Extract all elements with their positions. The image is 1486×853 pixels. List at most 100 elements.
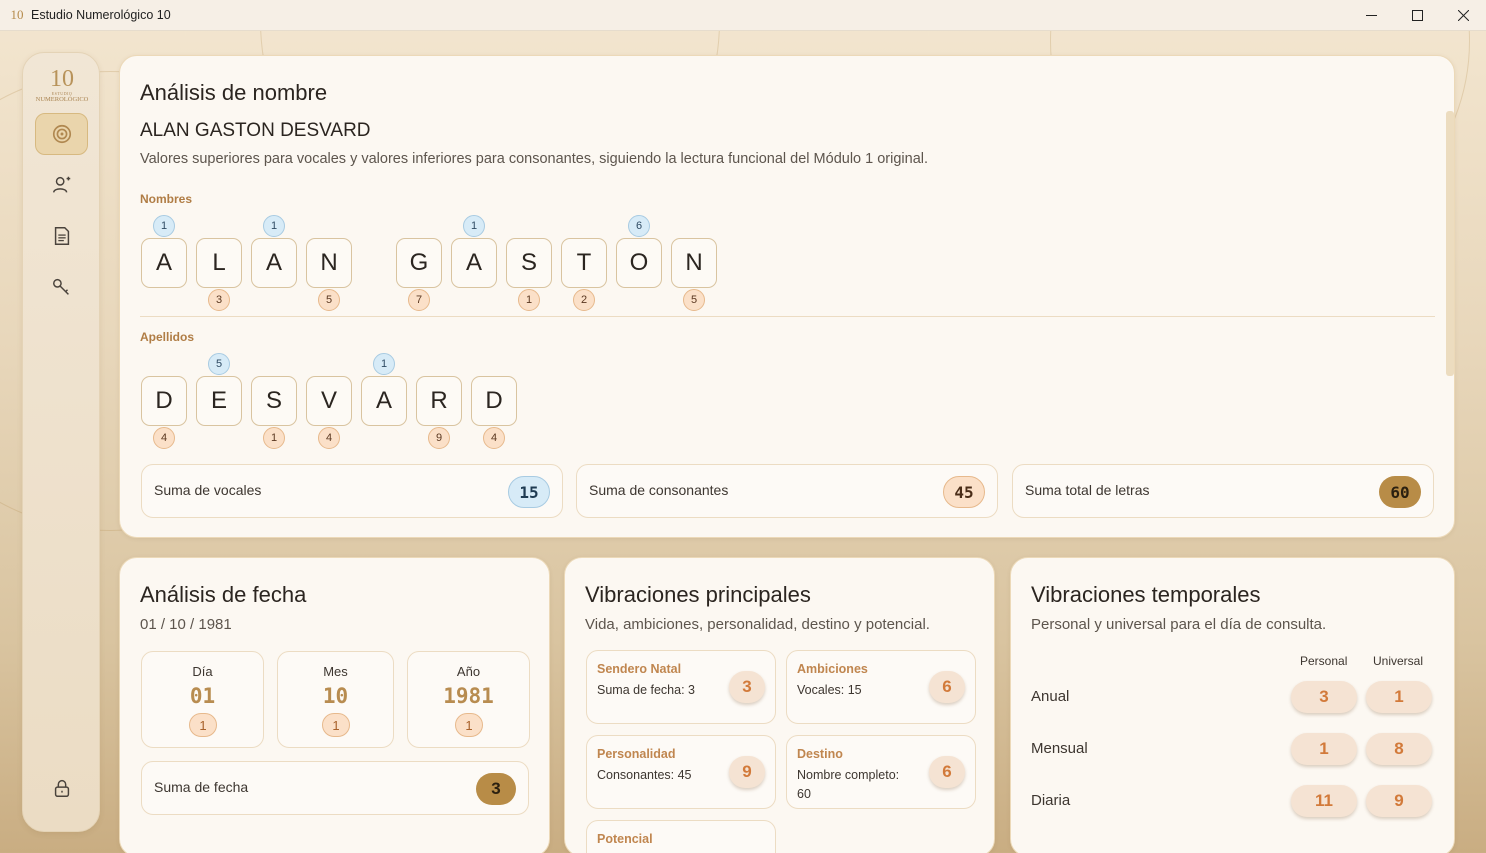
name-analysis-description: Valores superiores para vocales y valore… bbox=[140, 151, 929, 167]
vibration-sendero-natal[interactable]: Sendero Natal Suma de fecha: 3 3 bbox=[586, 650, 776, 724]
sidebar-item-lock[interactable] bbox=[35, 767, 88, 809]
diaria-universal: 9 bbox=[1366, 785, 1432, 817]
day-value: 01 bbox=[189, 684, 216, 708]
vibration-value: 6 bbox=[929, 756, 965, 788]
vibration-title: Potencial bbox=[597, 832, 653, 846]
total-sum-box: Suma total de letras 60 bbox=[1012, 464, 1434, 518]
full-name: ALAN GASTON DESVARD bbox=[140, 120, 371, 141]
vibration-desc: Nombre completo: 60 bbox=[797, 768, 900, 801]
row-label-mensual: Mensual bbox=[1031, 740, 1088, 757]
main-vibrations-subtitle: Vida, ambiciones, personalidad, destino … bbox=[585, 616, 930, 633]
year-box: Año 1981 1 bbox=[407, 651, 530, 748]
vibration-destino[interactable]: Destino Nombre completo: 60 6 bbox=[786, 735, 976, 809]
scrollbar[interactable] bbox=[1446, 111, 1454, 376]
consonant-value-badge: 1 bbox=[518, 289, 540, 311]
sidebar-logo: 10 ESTUDIO NUMEROLÓGICO bbox=[34, 67, 90, 107]
sidebar-item-reports[interactable] bbox=[35, 215, 88, 257]
letter-tile: V bbox=[306, 376, 352, 426]
main-vibrations-card: Vibraciones principales Vida, ambiciones… bbox=[564, 557, 995, 853]
temporal-vibrations-title: Vibraciones temporales bbox=[1031, 582, 1261, 607]
letter-tile: T bbox=[561, 238, 607, 288]
consonant-value-badge: 9 bbox=[428, 427, 450, 449]
key-icon bbox=[52, 278, 69, 295]
letter-tile: D bbox=[141, 376, 187, 426]
vibration-title: Destino bbox=[797, 747, 843, 761]
sidebar-item-keys[interactable] bbox=[35, 266, 88, 308]
vibration-potencial[interactable]: Potencial bbox=[586, 820, 776, 853]
consonants-sum-label: Suma de consonantes bbox=[589, 482, 729, 498]
vibration-personalidad[interactable]: Personalidad Consonantes: 45 9 bbox=[586, 735, 776, 809]
sidebar-item-profiles[interactable] bbox=[35, 164, 88, 206]
apellidos-label: Apellidos bbox=[140, 330, 195, 344]
vowel-value-badge: 5 bbox=[208, 353, 230, 375]
date-sum-box: Suma de fecha 3 bbox=[141, 761, 529, 815]
row-label-diaria: Diaria bbox=[1031, 792, 1071, 809]
row-label-anual: Anual bbox=[1031, 688, 1070, 705]
logo-line2: NUMEROLÓGICO bbox=[35, 96, 89, 103]
consonants-sum-value: 45 bbox=[943, 476, 985, 508]
document-icon bbox=[54, 227, 69, 245]
minimize-button[interactable] bbox=[1348, 0, 1394, 31]
letter-tile: R bbox=[416, 376, 462, 426]
title-bar: 10 Estudio Numerológico 10 bbox=[0, 0, 1486, 31]
letter-tile: G bbox=[396, 238, 442, 288]
year-label: Año bbox=[456, 664, 481, 679]
letter-tile: A bbox=[141, 238, 187, 288]
consonant-value-badge: 4 bbox=[318, 427, 340, 449]
nombres-label: Nombres bbox=[140, 192, 193, 206]
vowels-sum-box: Suma de vocales 15 bbox=[141, 464, 563, 518]
main-vibrations-title: Vibraciones principales bbox=[585, 582, 811, 607]
date-sum-value: 3 bbox=[476, 773, 516, 805]
vowel-value-badge: 1 bbox=[153, 215, 175, 237]
name-analysis-title: Análisis de nombre bbox=[140, 80, 328, 105]
letter-tile: N bbox=[306, 238, 352, 288]
date-analysis-title: Análisis de fecha bbox=[140, 582, 307, 607]
vowel-value-badge: 1 bbox=[263, 215, 285, 237]
target-icon bbox=[52, 124, 71, 144]
anual-universal: 1 bbox=[1366, 681, 1432, 713]
year-value: 1981 bbox=[443, 684, 494, 708]
vibration-value: 6 bbox=[929, 671, 965, 703]
maximize-button[interactable] bbox=[1394, 0, 1440, 31]
vibration-desc: Suma de fecha: 3 bbox=[597, 683, 695, 697]
vibration-desc: Vocales: 15 bbox=[797, 683, 862, 697]
vibration-title: Personalidad bbox=[597, 747, 676, 761]
vibration-desc: Consonantes: 45 bbox=[597, 768, 692, 782]
month-box: Mes 10 1 bbox=[277, 651, 394, 748]
month-value: 10 bbox=[322, 684, 349, 708]
day-box: Día 01 1 bbox=[141, 651, 264, 748]
temporal-vibrations-subtitle: Personal y universal para el día de cons… bbox=[1031, 616, 1327, 633]
letter-tile: O bbox=[616, 238, 662, 288]
month-label: Mes bbox=[323, 664, 348, 679]
col-personal-header: Personal bbox=[1300, 654, 1348, 668]
vibration-title: Sendero Natal bbox=[597, 662, 682, 676]
letter-tile: E bbox=[196, 376, 242, 426]
vowel-value-badge: 6 bbox=[628, 215, 650, 237]
month-reduced: 1 bbox=[322, 713, 350, 737]
mensual-personal: 1 bbox=[1291, 733, 1357, 765]
letter-tile: S bbox=[506, 238, 552, 288]
diaria-personal: 11 bbox=[1291, 785, 1357, 817]
total-sum-label: Suma total de letras bbox=[1025, 482, 1150, 498]
logo-number: 10 bbox=[50, 66, 74, 92]
letter-tile: A bbox=[361, 376, 407, 426]
consonant-value-badge: 7 bbox=[408, 289, 430, 311]
user-add-icon bbox=[52, 176, 70, 193]
close-button[interactable] bbox=[1440, 0, 1486, 31]
vowel-value-badge: 1 bbox=[373, 353, 395, 375]
consonant-value-badge: 3 bbox=[208, 289, 230, 311]
consonant-value-badge: 2 bbox=[573, 289, 595, 311]
consonant-value-badge: 5 bbox=[683, 289, 705, 311]
app-logo-icon: 10 bbox=[10, 7, 24, 22]
letter-tile: D bbox=[471, 376, 517, 426]
sidebar-item-analysis[interactable] bbox=[35, 113, 88, 155]
vibration-value: 9 bbox=[729, 756, 765, 788]
vibration-title: Ambiciones bbox=[797, 662, 868, 676]
temporal-vibrations-card: Vibraciones temporales Personal y univer… bbox=[1010, 557, 1455, 853]
vowel-value-badge: 1 bbox=[463, 215, 485, 237]
total-sum-value: 60 bbox=[1379, 476, 1421, 508]
vibration-ambiciones[interactable]: Ambiciones Vocales: 15 6 bbox=[786, 650, 976, 724]
sidebar: 10 ESTUDIO NUMEROLÓGICO bbox=[22, 52, 100, 832]
vibration-value: 3 bbox=[729, 671, 765, 703]
vowels-sum-value: 15 bbox=[508, 476, 550, 508]
